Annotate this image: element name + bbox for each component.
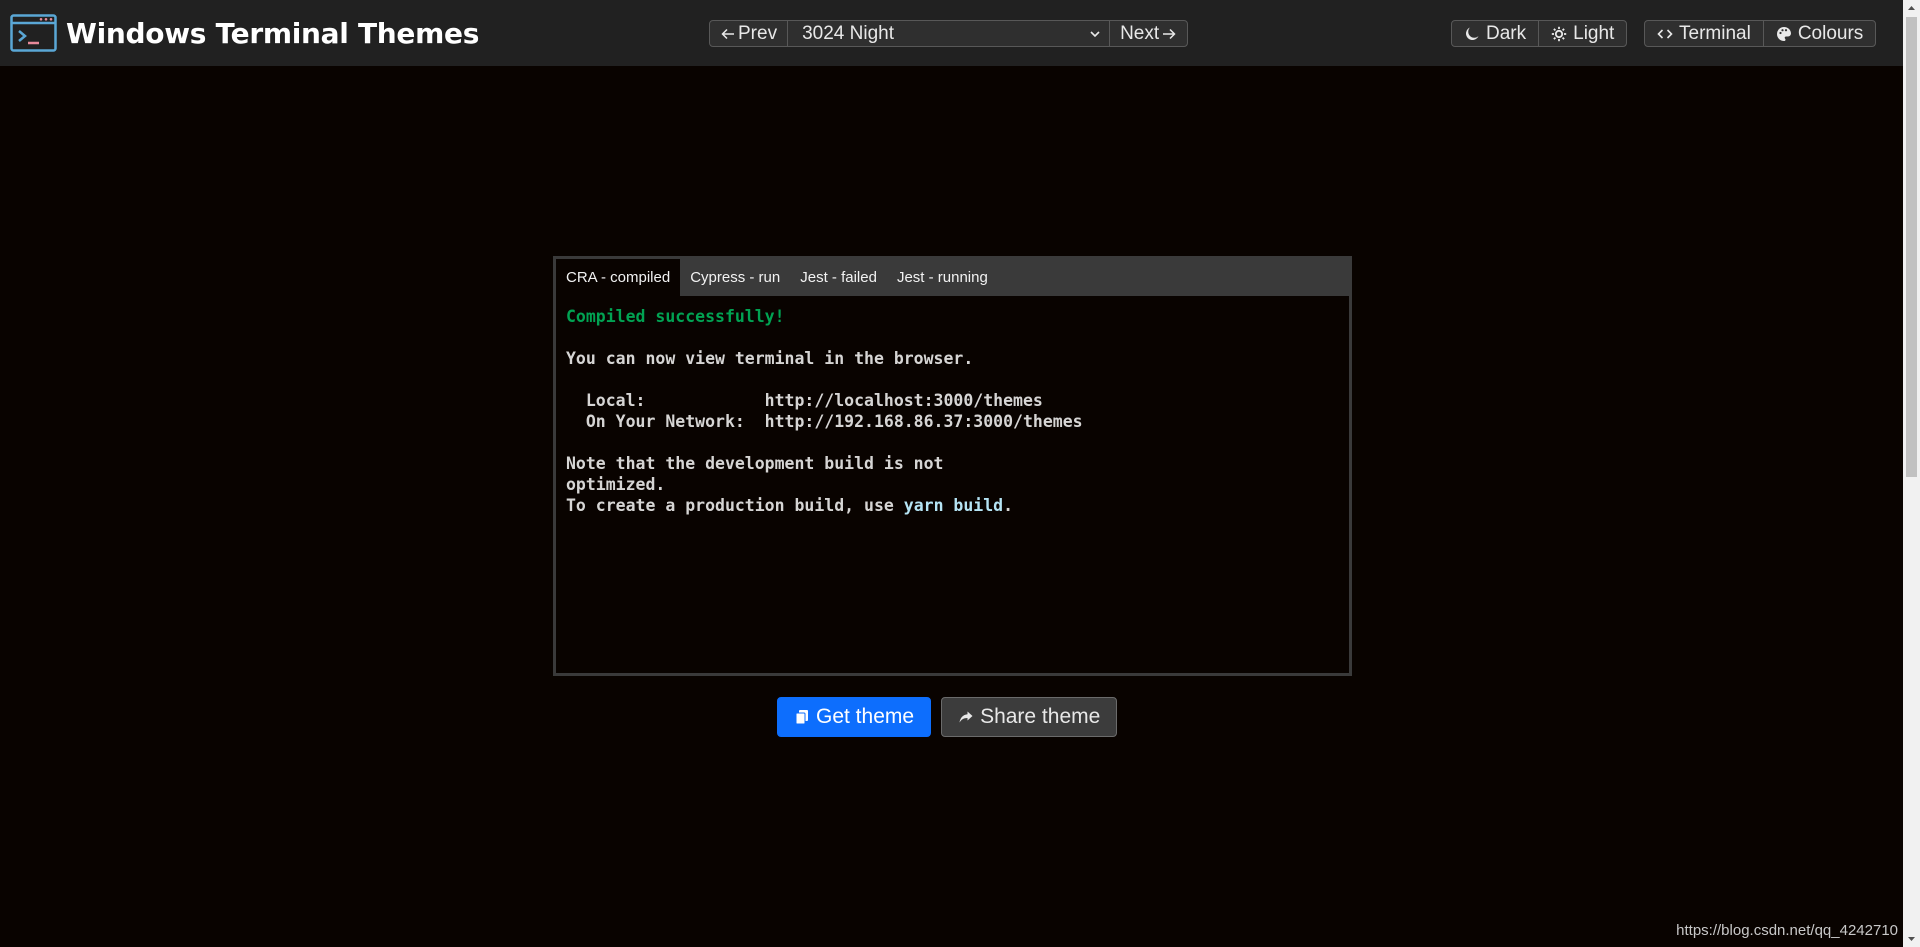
theme-select[interactable]: 3024 Night: [787, 20, 1111, 47]
terminal-view-button[interactable]: Terminal: [1644, 20, 1764, 47]
tab-jest-running[interactable]: Jest - running: [887, 259, 998, 296]
dark-mode-button[interactable]: Dark: [1451, 20, 1540, 47]
copy-icon: [795, 710, 808, 725]
scroll-down-arrow-icon[interactable]: [1903, 930, 1920, 947]
page-scrollbar[interactable]: [1903, 0, 1920, 947]
palette-icon: [1776, 26, 1791, 41]
terminal-tabs: CRA - compiled Cypress - run Jest - fail…: [556, 259, 1349, 296]
watermark-url: https://blog.csdn.net/qq_4242710: [1676, 922, 1898, 939]
code-icon: [1657, 28, 1673, 39]
next-button[interactable]: Next: [1109, 20, 1189, 47]
prev-label: Prev: [738, 22, 778, 44]
tab-jest-failed[interactable]: Jest - failed: [790, 259, 887, 296]
share-theme-button[interactable]: Share theme: [941, 697, 1118, 737]
light-mode-label: Light: [1573, 22, 1615, 44]
share-theme-label: Share theme: [980, 705, 1101, 728]
terminal-output: Compiled successfully! You can now view …: [556, 296, 1349, 526]
console-line: optimized.: [566, 475, 666, 494]
share-arrow-icon: [959, 711, 973, 723]
terminal-view-label: Terminal: [1679, 22, 1751, 44]
console-line: To create a production build, use: [566, 496, 904, 515]
theme-actions: Get theme Share theme: [777, 697, 1118, 737]
next-label: Next: [1120, 22, 1160, 44]
tab-cypress-run[interactable]: Cypress - run: [680, 259, 790, 296]
tab-cra-compiled[interactable]: CRA - compiled: [556, 259, 681, 296]
colours-view-button[interactable]: Colours: [1762, 20, 1877, 47]
get-theme-button[interactable]: Get theme: [777, 697, 932, 737]
scrollbar-thumb[interactable]: [1906, 17, 1917, 477]
sun-icon: [1551, 26, 1567, 41]
console-line: Local: http://localhost:3000/themes: [566, 391, 1043, 410]
arrow-left-icon: [721, 28, 734, 39]
scroll-up-arrow-icon[interactable]: [1903, 0, 1920, 17]
top-navbar: Windows Terminal Themes Prev 3024 Night …: [0, 0, 1903, 66]
light-mode-button[interactable]: Light: [1538, 20, 1628, 47]
terminal-logo-icon: [10, 14, 57, 52]
prev-button[interactable]: Prev: [709, 20, 789, 47]
console-line: On Your Network: http://192.168.86.37:30…: [566, 412, 1083, 431]
terminal-preview: CRA - compiled Cypress - run Jest - fail…: [553, 256, 1352, 676]
console-line: Compiled successfully!: [566, 307, 785, 326]
chevron-down-icon: [1090, 30, 1100, 37]
get-theme-label: Get theme: [816, 705, 915, 728]
brand[interactable]: Windows Terminal Themes: [10, 14, 479, 52]
mode-toggle-group: Dark Light: [1451, 20, 1628, 47]
theme-select-value: 3024 Night: [802, 22, 894, 44]
console-line: .: [1003, 496, 1014, 515]
app-title: Windows Terminal Themes: [66, 16, 480, 50]
arrow-right-icon: [1163, 28, 1176, 39]
console-highlight: yarn build: [903, 496, 1004, 515]
moon-icon: [1466, 27, 1479, 40]
view-toggle-group: Terminal Colours: [1644, 20, 1877, 47]
colours-view-label: Colours: [1797, 22, 1864, 44]
console-line: Note that the development build is not: [566, 454, 944, 473]
console-line: You can now view terminal in the browser…: [566, 349, 974, 368]
dark-mode-label: Dark: [1486, 22, 1527, 44]
theme-navigator: Prev 3024 Night Next: [709, 20, 1189, 47]
